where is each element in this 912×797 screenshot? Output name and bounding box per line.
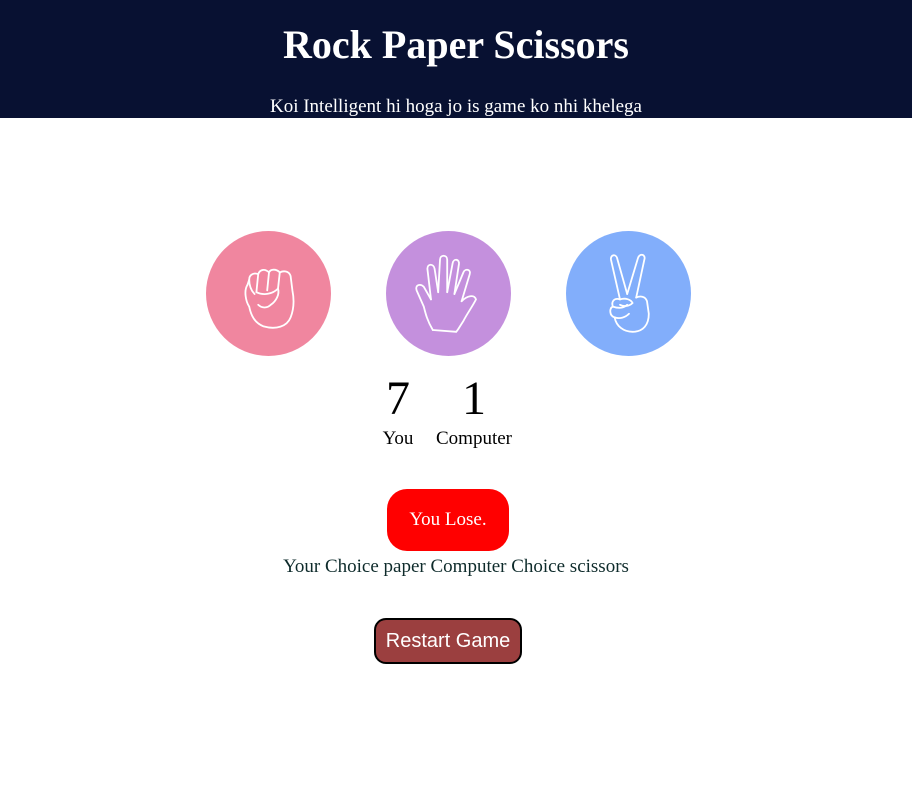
header: Rock Paper Scissors Koi Intelligent hi h… (0, 0, 912, 118)
user-score-label: You (382, 428, 414, 449)
fist-icon (244, 268, 294, 329)
victory-hand-icon (608, 253, 650, 333)
paper-choice-button[interactable] (386, 231, 511, 356)
scissors-choice-button[interactable] (566, 231, 691, 356)
result-message: You Lose. (387, 489, 509, 551)
open-hand-icon (414, 254, 477, 333)
user-score-board: 7 You (368, 372, 428, 450)
page-subtitle: Koi Intelligent hi hoga jo is game ko nh… (269, 96, 642, 117)
restart-game-button[interactable]: Restart Game (374, 618, 522, 664)
user-score: 7 (386, 372, 410, 425)
choice-summary: Your Choice paper Computer Choice scisso… (283, 556, 629, 577)
page-title: Rock Paper Scissors (283, 22, 629, 67)
rock-choice-button[interactable] (206, 231, 331, 356)
computer-score-label: Computer (436, 428, 512, 449)
computer-score-board: 1 Computer (428, 372, 520, 450)
computer-score: 1 (462, 372, 486, 425)
